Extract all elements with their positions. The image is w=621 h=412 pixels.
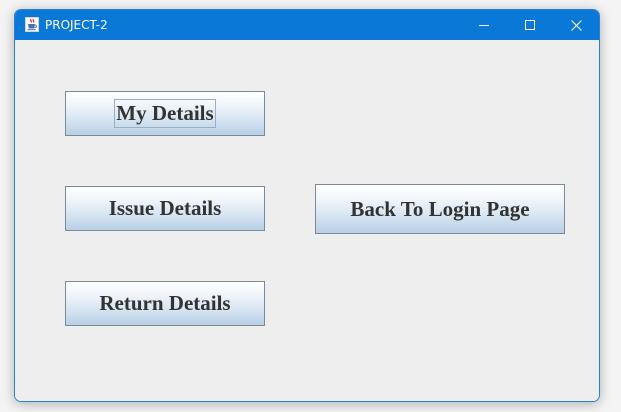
return-details-button[interactable]: Return Details [65, 281, 265, 326]
close-icon [570, 19, 582, 31]
close-button[interactable] [553, 10, 599, 40]
return-details-label: Return Details [99, 291, 231, 315]
issue-details-label: Issue Details [108, 196, 222, 220]
maximize-icon [525, 20, 535, 30]
java-coffee-cup-icon [25, 17, 39, 32]
back-to-login-label: Back To Login Page [350, 196, 530, 221]
title-bar[interactable]: PROJECT-2 [15, 10, 599, 40]
window-title: PROJECT-2 [45, 18, 108, 32]
issue-details-button[interactable]: Issue Details [65, 186, 265, 231]
minimize-icon [479, 20, 489, 30]
my-details-button[interactable]: My Details [65, 91, 265, 136]
maximize-button[interactable] [507, 10, 553, 40]
back-to-login-button[interactable]: Back To Login Page [315, 184, 565, 234]
application-window: PROJECT-2 My Details Issue Details Retur… [14, 9, 600, 402]
content-panel: My Details Issue Details Return Details … [15, 40, 599, 401]
my-details-label: My Details [114, 99, 216, 128]
minimize-button[interactable] [461, 10, 507, 40]
